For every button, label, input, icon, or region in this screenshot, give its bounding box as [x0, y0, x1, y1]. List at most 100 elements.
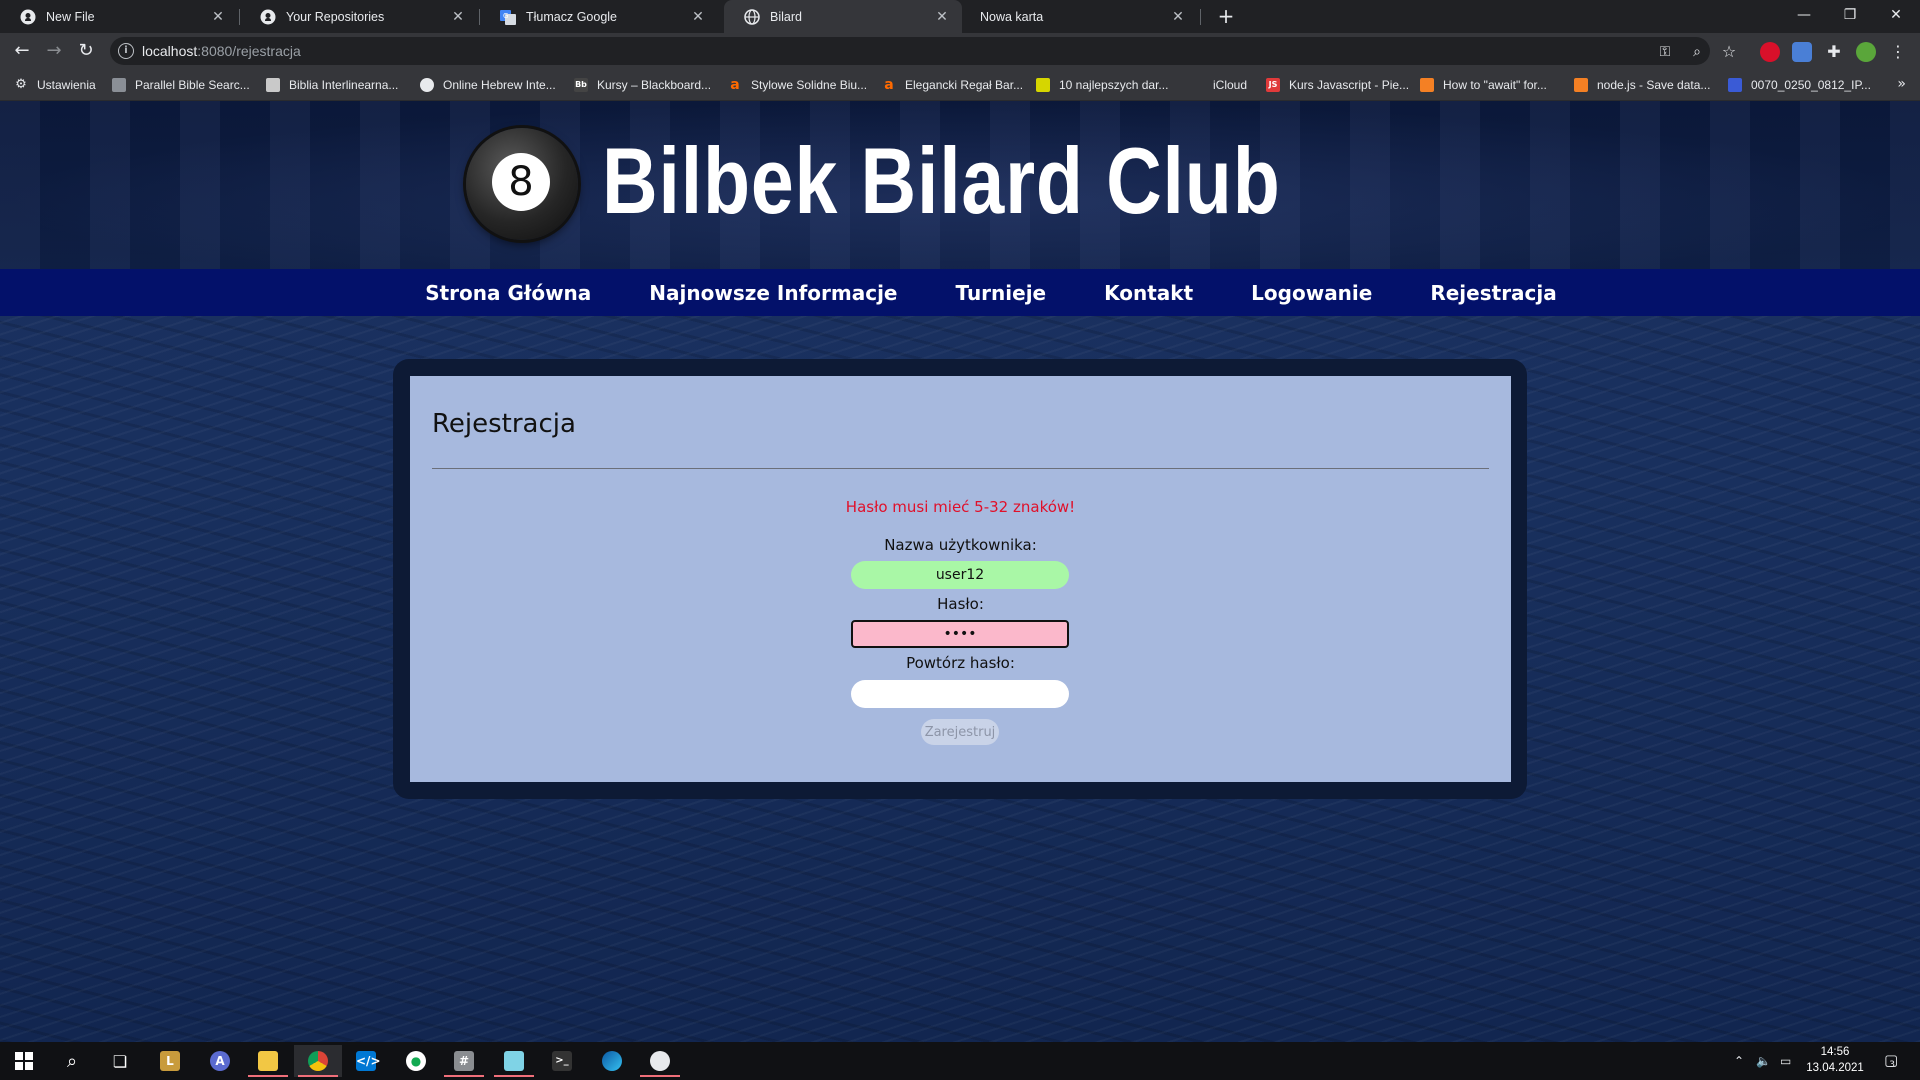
- reload-icon[interactable]: ↻: [72, 37, 100, 65]
- tab-new-file[interactable]: New File ✕: [0, 0, 238, 33]
- bookmark-item[interactable]: Online Hebrew Inte...: [420, 76, 556, 94]
- tab-nowa-karta[interactable]: Nowa karta ✕: [960, 0, 1198, 33]
- bookmark-item[interactable]: 10 najlepszych dar...: [1036, 76, 1168, 94]
- profile-avatar[interactable]: [1856, 42, 1876, 62]
- extension-translate-icon[interactable]: [1792, 42, 1812, 62]
- tab-title: Bilard: [770, 9, 802, 24]
- url-host: localhost: [142, 43, 198, 59]
- bookmark-item[interactable]: a Stylowe Solidne Biu...: [728, 76, 867, 94]
- bookmark-item[interactable]: How to "await" for...: [1420, 76, 1547, 94]
- bookmark-item[interactable]: a Elegancki Regał Bar...: [882, 76, 1023, 94]
- terminal-icon[interactable]: >_: [538, 1045, 586, 1077]
- nav-strona-glowna[interactable]: Strona Główna: [425, 281, 591, 305]
- back-icon[interactable]: ←: [8, 37, 36, 65]
- tab-google-translate[interactable]: G Tłumacz Google ✕: [480, 0, 718, 33]
- close-tab-icon[interactable]: ✕: [210, 9, 226, 25]
- close-tab-icon[interactable]: ✕: [450, 9, 466, 25]
- file-explorer-icon[interactable]: [244, 1045, 292, 1077]
- bookmark-item[interactable]: Bb Kursy – Blackboard...: [574, 76, 711, 94]
- browser-toolbar: ← → ↻ i localhost:8080/rejestracja ⚿ ⌕ ☆: [0, 33, 1920, 69]
- start-button[interactable]: [0, 1045, 48, 1077]
- bookmark-item[interactable]: iCloud: [1190, 76, 1247, 94]
- ball-number: 8: [492, 153, 550, 211]
- bookmark-label: Kursy – Blackboard...: [597, 78, 712, 92]
- blackboard-icon: Bb: [574, 78, 588, 92]
- page-icon: [266, 78, 280, 92]
- mongodb-icon[interactable]: ●: [392, 1045, 440, 1077]
- bookmark-item[interactable]: Biblia Interlinearna...: [266, 76, 398, 94]
- bible-icon: [112, 78, 126, 92]
- tab-your-repositories[interactable]: Your Repositories ✕: [240, 0, 478, 33]
- address-bar[interactable]: i localhost:8080/rejestracja ⚿ ⌕: [110, 37, 1710, 65]
- system-clock[interactable]: 14:56 13.04.2021: [1800, 1044, 1870, 1076]
- bookmark-item[interactable]: Parallel Bible Searc...: [112, 76, 250, 94]
- battery-icon[interactable]: ▭: [1780, 1054, 1791, 1068]
- bookmark-item[interactable]: JS Kurs Javascript - Pie...: [1266, 76, 1409, 94]
- username-input[interactable]: [851, 561, 1069, 589]
- task-view-icon[interactable]: ❏: [96, 1045, 144, 1077]
- league-of-legends-icon[interactable]: L: [146, 1045, 194, 1077]
- bookmark-label: How to "await" for...: [1443, 78, 1547, 92]
- bookmark-item[interactable]: 0070_0250_0812_IP...: [1728, 76, 1871, 94]
- bookmark-item[interactable]: ⚙ Ustawienia: [14, 76, 96, 94]
- vscode-icon[interactable]: </>: [342, 1045, 390, 1077]
- url-text: localhost:8080/rejestracja: [142, 43, 301, 59]
- password-label: Hasło:: [937, 595, 984, 613]
- gear-icon: ⚙: [15, 77, 27, 92]
- vpn-icon[interactable]: A: [196, 1045, 244, 1077]
- globe-icon: [420, 78, 434, 92]
- globe-icon: [744, 8, 760, 25]
- tab-separator: [1200, 9, 1201, 25]
- tab-bilard[interactable]: Bilard ✕: [724, 0, 962, 33]
- close-tab-icon[interactable]: ✕: [1170, 9, 1186, 25]
- bookmark-label: node.js - Save data...: [1597, 78, 1711, 92]
- extension-red-icon[interactable]: [1760, 42, 1780, 62]
- svg-text:G: G: [503, 12, 508, 20]
- nav-najnowsze-informacje[interactable]: Najnowsze Informacje: [649, 281, 897, 305]
- edge-icon[interactable]: [588, 1045, 636, 1077]
- site-info-icon[interactable]: i: [118, 43, 134, 59]
- repeat-password-input[interactable]: [851, 680, 1069, 708]
- more-bookmarks-icon[interactable]: »: [1897, 76, 1906, 92]
- page-viewport: 8 Bilbek Bilard Club Strona Główna Najno…: [0, 101, 1920, 1042]
- url-path: :8080/rejestracja: [197, 43, 301, 59]
- repeat-password-label: Powtórz hasło:: [906, 654, 1015, 672]
- document-icon: [1728, 78, 1742, 92]
- paint-icon[interactable]: [636, 1045, 684, 1077]
- menu-kebab-icon[interactable]: ⋮: [1888, 42, 1908, 62]
- register-button[interactable]: Zarejestruj: [921, 719, 999, 745]
- tab-title: Your Repositories: [286, 9, 385, 24]
- bookmark-label: Biblia Interlinearna...: [289, 78, 399, 92]
- tray-overflow-icon[interactable]: ⌃: [1734, 1054, 1744, 1068]
- restore-icon[interactable]: ❐: [1827, 0, 1873, 30]
- close-tab-icon[interactable]: ✕: [934, 9, 950, 25]
- extensions-puzzle-icon[interactable]: ✚: [1824, 42, 1844, 62]
- notes-icon[interactable]: [490, 1045, 538, 1077]
- forward-icon[interactable]: →: [40, 37, 68, 65]
- bookmark-item[interactable]: node.js - Save data...: [1574, 76, 1710, 94]
- page-title: Rejestracja: [432, 409, 576, 439]
- eight-ball-logo: 8: [466, 128, 578, 240]
- nav-logowanie[interactable]: Logowanie: [1251, 281, 1372, 305]
- key-icon[interactable]: ⚿: [1656, 43, 1674, 61]
- nav-kontakt[interactable]: Kontakt: [1104, 281, 1193, 305]
- minimize-icon[interactable]: —: [1781, 0, 1827, 30]
- new-tab-button[interactable]: +: [1214, 4, 1238, 28]
- javascript-icon: JS: [1266, 78, 1280, 92]
- close-window-icon[interactable]: ✕: [1873, 0, 1919, 30]
- tab-title: Nowa karta: [980, 9, 1044, 24]
- search-icon[interactable]: ⌕: [48, 1045, 96, 1077]
- chrome-icon[interactable]: [294, 1045, 342, 1077]
- nav-turnieje[interactable]: Turnieje: [956, 281, 1047, 305]
- google-translate-icon: G: [500, 9, 516, 25]
- password-input[interactable]: [851, 620, 1069, 648]
- calculator-icon[interactable]: #: [440, 1045, 488, 1077]
- notification-count: 3: [1889, 1060, 1895, 1070]
- nav-rejestracja[interactable]: Rejestracja: [1430, 281, 1556, 305]
- close-tab-icon[interactable]: ✕: [690, 9, 706, 25]
- zoom-icon[interactable]: ⌕: [1688, 43, 1706, 61]
- volume-icon[interactable]: 🔈: [1756, 1054, 1771, 1068]
- username-label: Nazwa użytkownika:: [884, 536, 1037, 554]
- bookmark-star-icon[interactable]: ☆: [1720, 43, 1738, 61]
- notifications-icon[interactable]: ▢3: [1884, 1051, 1904, 1070]
